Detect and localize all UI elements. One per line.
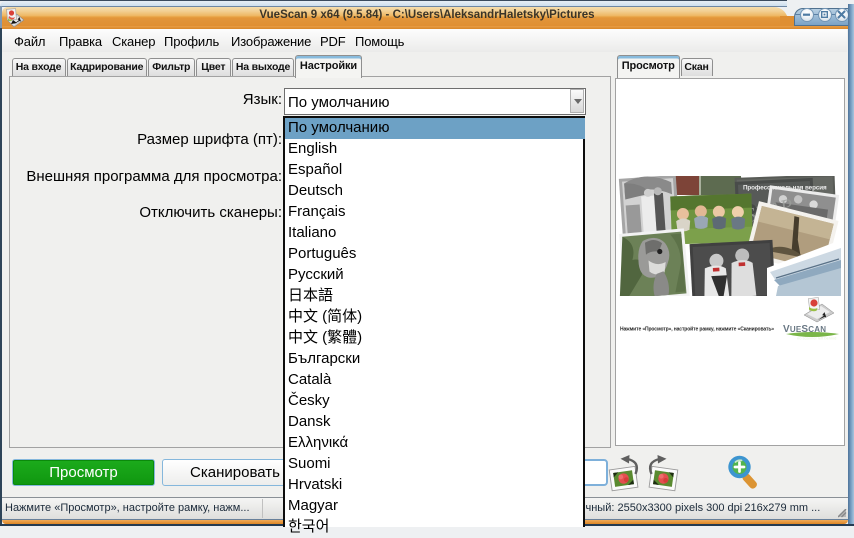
svg-text:no scanner left behind: no scanner left behind — [797, 336, 836, 341]
svg-text:Профессиональная версия: Профессиональная версия — [743, 185, 827, 192]
svg-text:Нажмите «Просмотр», настройте: Нажмите «Просмотр», настройте рамку, наж… — [620, 326, 774, 333]
